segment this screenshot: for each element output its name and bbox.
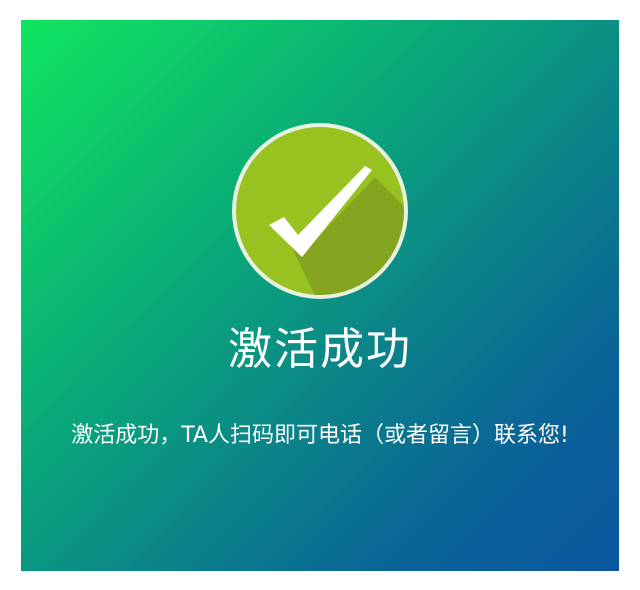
check-circle-icon — [230, 121, 410, 301]
success-title: 激活成功 — [228, 324, 412, 375]
activation-success-card: 激活成功 激活成功，TA人扫码即可电话（或者留言）联系您! — [21, 20, 619, 571]
success-message: 激活成功，TA人扫码即可电话（或者留言）联系您! — [71, 423, 569, 448]
